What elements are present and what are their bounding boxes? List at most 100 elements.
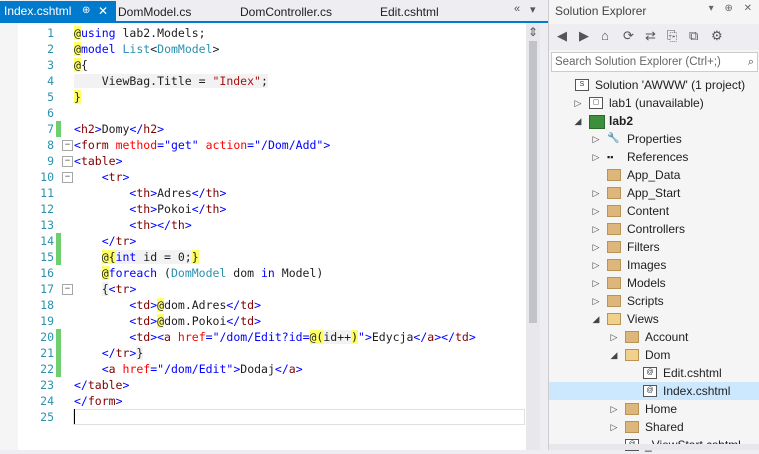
expand-arrow-icon[interactable]: ▷ bbox=[609, 328, 619, 346]
code-line[interactable]: 19 <td>@dom.Pokoi</td> bbox=[0, 313, 526, 329]
collapse-arrow-icon[interactable]: ◢ bbox=[609, 346, 619, 364]
home-icon[interactable]: ⌂ bbox=[601, 28, 609, 43]
expand-arrow-icon[interactable]: ▷ bbox=[573, 94, 583, 112]
tree-node[interactable]: App_Data bbox=[549, 166, 759, 184]
back-icon[interactable]: ◀ bbox=[557, 28, 567, 44]
line-number: 19 bbox=[40, 314, 54, 328]
editor-vertical-scrollbar[interactable] bbox=[526, 23, 540, 450]
expand-arrow-icon[interactable]: ▷ bbox=[591, 220, 601, 238]
collapse-icon[interactable]: − bbox=[62, 156, 73, 167]
tree-node[interactable]: ◢ lab2 bbox=[549, 112, 759, 130]
code-line[interactable]: 16 @foreach (DomModel dom in Model) bbox=[0, 265, 526, 281]
properties-icon[interactable]: ⚙ bbox=[711, 28, 723, 44]
collapse-icon[interactable]: − bbox=[62, 172, 73, 183]
folder-icon bbox=[625, 403, 639, 415]
search-icon[interactable]: ⌕ bbox=[748, 53, 754, 71]
expand-arrow-icon[interactable]: ▷ bbox=[591, 238, 601, 256]
tree-node[interactable]: ▷ Content bbox=[549, 202, 759, 220]
tree-node[interactable]: @ Edit.cshtml bbox=[549, 364, 759, 382]
code-line[interactable]: 6 bbox=[0, 105, 526, 121]
tree-node[interactable]: ▷ ▪▪ References bbox=[549, 148, 759, 166]
tree-node[interactable]: ▷ App_Start bbox=[549, 184, 759, 202]
code-editor[interactable]: 1 @using lab2.Models; 2 @model List<DomMode… bbox=[0, 23, 540, 450]
tree-node[interactable]: ▷ Home bbox=[549, 400, 759, 418]
code-line[interactable]: 10− <tr> bbox=[0, 169, 526, 185]
code-line[interactable]: 8− <form method="get" action="/Dom/Add"> bbox=[0, 137, 526, 153]
collapse-arrow-icon[interactable]: ◢ bbox=[591, 310, 601, 328]
expand-arrow-icon[interactable]: ▷ bbox=[609, 418, 619, 436]
line-number: 8 bbox=[47, 138, 54, 152]
split-editor-icon[interactable]: ⇕ bbox=[528, 25, 538, 39]
close-icon[interactable]: ✕ bbox=[98, 1, 108, 21]
text-caret bbox=[74, 409, 75, 424]
tree-node[interactable]: ▷ 🔧 Properties bbox=[549, 130, 759, 148]
code-line[interactable]: 14 </tr> bbox=[0, 233, 526, 249]
tree-node-label: Scripts bbox=[627, 294, 664, 308]
refresh-icon[interactable]: ⟳ bbox=[623, 28, 634, 44]
collapse-icon[interactable]: − bbox=[62, 140, 73, 151]
sync-icon[interactable]: ⇄ bbox=[645, 28, 656, 44]
tree-node[interactable]: ◢ Views bbox=[549, 310, 759, 328]
code-line[interactable]: 17− {<tr> bbox=[0, 281, 526, 297]
expand-arrow-icon[interactable]: ▷ bbox=[591, 292, 601, 310]
code-line[interactable]: 3 @{ bbox=[0, 57, 526, 73]
code-line[interactable]: 11 <th>Adres</th> bbox=[0, 185, 526, 201]
copy-icon[interactable]: ⎘ bbox=[667, 28, 677, 44]
tree-node[interactable]: ▷ ▢ lab1 (unavailable) bbox=[549, 94, 759, 112]
panel-controls[interactable]: ▾ ⊕ ✕ bbox=[709, 3, 756, 14]
tree-node-label: App_Data bbox=[627, 168, 681, 182]
collapse-all-icon[interactable]: ⧉ bbox=[689, 28, 698, 44]
expand-arrow-icon[interactable]: ▷ bbox=[591, 130, 601, 148]
folder-icon bbox=[607, 277, 621, 289]
code-text: </tr> bbox=[101, 234, 137, 248]
code-line[interactable]: 24 </form> bbox=[0, 393, 526, 409]
code-line[interactable]: 9− <table> bbox=[0, 153, 526, 169]
code-line[interactable]: 18 <td>@dom.Adres</td> bbox=[0, 297, 526, 313]
collapse-icon[interactable]: − bbox=[62, 284, 73, 295]
code-line[interactable]: 5} bbox=[0, 89, 526, 105]
tree-node[interactable]: S Solution 'AWWW' (1 project) bbox=[549, 76, 759, 94]
expand-arrow-icon[interactable]: ▷ bbox=[591, 184, 601, 202]
code-text: <td>@dom.Pokoi</td> bbox=[129, 314, 262, 328]
expand-arrow-icon[interactable]: ▷ bbox=[591, 256, 601, 274]
tree-node[interactable]: ▷ Models bbox=[549, 274, 759, 292]
expand-arrow-icon[interactable]: ▷ bbox=[609, 400, 619, 418]
line-number: 22 bbox=[40, 362, 54, 376]
tree-node[interactable]: ▷ Account bbox=[549, 328, 759, 346]
code-line[interactable]: 1 @using lab2.Models; bbox=[0, 25, 526, 41]
code-line[interactable]: 2 @model List<DomModel> bbox=[0, 41, 526, 57]
expand-arrow-icon[interactable]: ▷ bbox=[591, 274, 601, 292]
forward-icon[interactable]: ▶ bbox=[579, 28, 589, 44]
tab-overflow-scroll-icon[interactable]: « bbox=[514, 3, 520, 15]
collapse-arrow-icon[interactable]: ◢ bbox=[573, 112, 583, 130]
tree-node[interactable]: ▷ Scripts bbox=[549, 292, 759, 310]
expand-arrow-icon[interactable]: ▷ bbox=[591, 148, 601, 166]
code-line[interactable]: 15 @{int id = 0;} bbox=[0, 249, 526, 265]
code-line[interactable]: 23 </table> bbox=[0, 377, 526, 393]
tree-node[interactable]: @ Index.cshtml bbox=[549, 382, 759, 400]
code-text: <form method="get" action="/Dom/Add"> bbox=[74, 138, 331, 152]
tree-node[interactable]: ▷ Controllers bbox=[549, 220, 759, 238]
tree-node[interactable]: ▷ Shared bbox=[549, 418, 759, 436]
tree-node[interactable]: ▷ Filters bbox=[549, 238, 759, 256]
tab-dommodel-cs[interactable]: DomModel.cs bbox=[118, 2, 191, 22]
code-line[interactable]: 4 ViewBag.Title = "Index"; bbox=[0, 73, 526, 89]
code-line[interactable]: 7 <h2>Domy</h2> bbox=[0, 121, 526, 137]
tree-node[interactable]: ◢ Dom bbox=[549, 346, 759, 364]
scrollbar-thumb[interactable] bbox=[529, 41, 537, 323]
pin-icon[interactable]: ⊕ bbox=[82, 1, 90, 21]
code-line[interactable]: 22 <a href="/dom/Edit">Dodaj</a> bbox=[0, 361, 526, 377]
tab-domcontroller-cs[interactable]: DomController.cs bbox=[240, 2, 332, 22]
expand-arrow-icon[interactable]: ▷ bbox=[591, 202, 601, 220]
tree-node[interactable]: ▷ Images bbox=[549, 256, 759, 274]
code-line[interactable]: 21 </tr>} bbox=[0, 345, 526, 361]
solution-explorer-search-input[interactable]: Search Solution Explorer (Ctrl+;) ⌕ bbox=[551, 52, 758, 72]
code-line[interactable]: 12 <th>Pokoi</th> bbox=[0, 201, 526, 217]
code-line[interactable]: 20 <td><a href="/dom/Edit?id=@(id++)">Ed… bbox=[0, 329, 526, 345]
tab-index-cshtml[interactable]: Index.cshtml ⊕ ✕ bbox=[0, 1, 116, 22]
explorer-horizontal-scrollbar[interactable] bbox=[549, 444, 759, 450]
tree-node-label: Controllers bbox=[627, 222, 686, 236]
tab-edit-cshtml[interactable]: Edit.cshtml bbox=[380, 2, 439, 22]
tab-dropdown-icon[interactable]: ▾ bbox=[530, 3, 536, 16]
code-line[interactable]: 13 <th></th> bbox=[0, 217, 526, 233]
